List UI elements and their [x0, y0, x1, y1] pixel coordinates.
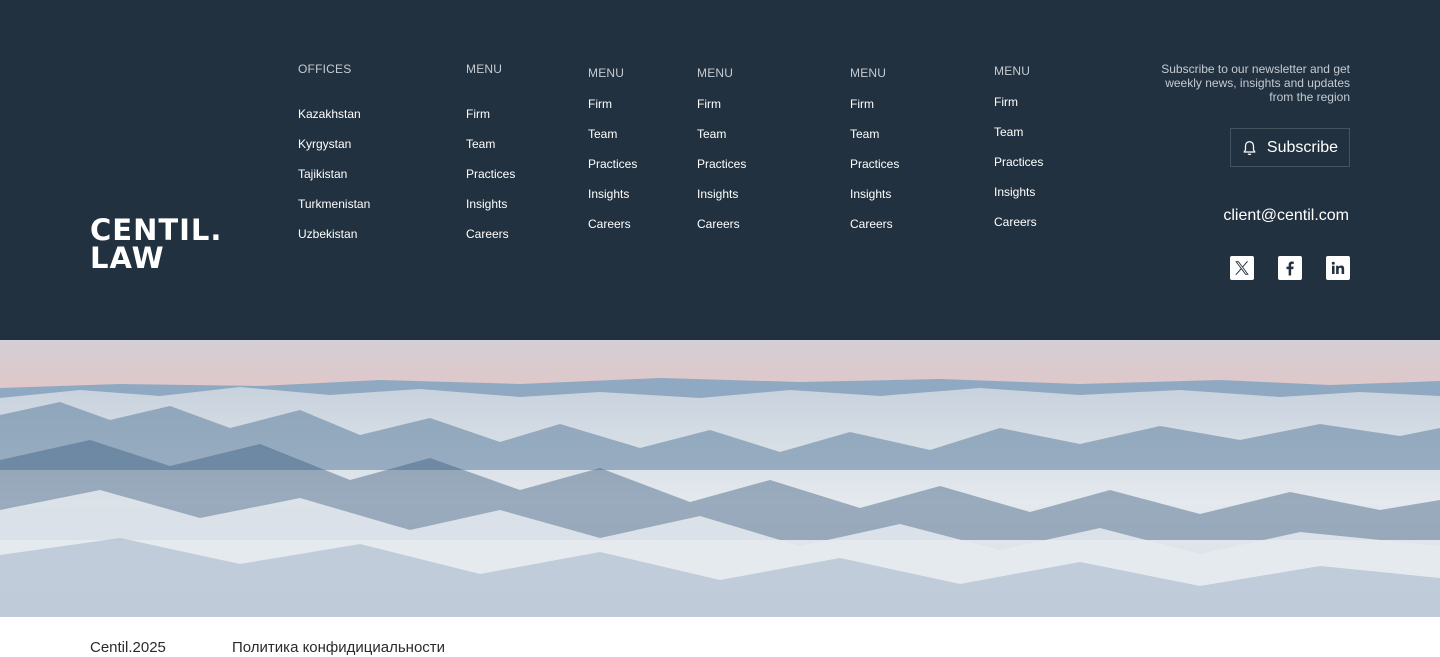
menu-link-practices[interactable]: Practices — [466, 167, 515, 181]
privacy-policy-link[interactable]: Политика конфидициальности — [232, 639, 445, 656]
menu-link-team[interactable]: Team — [588, 127, 617, 141]
menu-link-careers[interactable]: Careers — [994, 215, 1037, 229]
menu-link-firm[interactable]: Firm — [850, 97, 874, 111]
office-link-tajikistan[interactable]: Tajikistan — [298, 167, 347, 181]
newsletter-line-3: from the region — [1269, 90, 1350, 104]
copyright-text: Centil.2025 — [90, 639, 166, 656]
menu-link-firm[interactable]: Firm — [994, 95, 1018, 109]
menu-link-practices[interactable]: Practices — [697, 157, 746, 171]
x-twitter-link[interactable] — [1230, 256, 1254, 280]
menu-link-team[interactable]: Team — [466, 137, 495, 151]
menu-link-firm[interactable]: Firm — [697, 97, 721, 111]
menu-link-team[interactable]: Team — [994, 125, 1023, 139]
office-link-turkmenistan[interactable]: Turkmenistan — [298, 197, 370, 211]
newsletter-text: Subscribe to our newsletter and get week… — [1130, 62, 1350, 104]
menu-link-insights[interactable]: Insights — [697, 187, 738, 201]
logo-line-2: LAW — [90, 241, 165, 275]
logo-line-1: CENTIL. — [90, 213, 223, 247]
menu-link-practices[interactable]: Practices — [588, 157, 637, 171]
newsletter-line-2: weekly news, insights and updates — [1165, 76, 1350, 90]
linkedin-link[interactable] — [1326, 256, 1350, 280]
centil-law-logo[interactable]: CENTIL. LAW — [90, 213, 223, 276]
linkedin-icon — [1331, 261, 1345, 274]
menu-link-firm[interactable]: Firm — [588, 97, 612, 111]
menu-link-firm[interactable]: Firm — [466, 107, 490, 121]
office-link-kyrgystan[interactable]: Kyrgystan — [298, 137, 351, 151]
menu-link-careers[interactable]: Careers — [850, 217, 893, 231]
menu-heading: MENU — [697, 66, 734, 80]
offices-heading: OFFICES — [298, 62, 352, 76]
office-link-uzbekistan[interactable]: Uzbekistan — [298, 227, 357, 241]
menu-link-insights[interactable]: Insights — [994, 185, 1035, 199]
facebook-icon — [1286, 261, 1294, 276]
menu-link-insights[interactable]: Insights — [588, 187, 629, 201]
bottom-bar — [0, 617, 1440, 657]
menu-link-careers[interactable]: Careers — [466, 227, 509, 241]
menu-link-practices[interactable]: Practices — [850, 157, 899, 171]
contact-email-link[interactable]: client@centil.com — [1223, 207, 1349, 225]
mountain-landscape — [0, 340, 1440, 617]
site-footer: CENTIL. LAW OFFICES Kazakhstan Kyrgystan… — [0, 0, 1440, 340]
menu-link-team[interactable]: Team — [697, 127, 726, 141]
menu-heading: MENU — [994, 64, 1031, 78]
subscribe-label: Subscribe — [1266, 138, 1339, 156]
office-link-kazakhstan[interactable]: Kazakhstan — [298, 107, 361, 121]
menu-link-careers[interactable]: Careers — [697, 217, 740, 231]
x-icon — [1235, 261, 1249, 275]
menu-link-careers[interactable]: Careers — [588, 217, 631, 231]
menu-heading: MENU — [850, 66, 887, 80]
newsletter-line-1: Subscribe to our newsletter and get — [1161, 62, 1350, 76]
menu-link-insights[interactable]: Insights — [850, 187, 891, 201]
menu-heading: MENU — [466, 62, 503, 76]
subscribe-button[interactable]: Subscribe — [1230, 128, 1350, 167]
mountain-hero-image — [0, 340, 1440, 617]
facebook-link[interactable] — [1278, 256, 1302, 280]
menu-link-team[interactable]: Team — [850, 127, 879, 141]
menu-link-insights[interactable]: Insights — [466, 197, 507, 211]
menu-link-practices[interactable]: Practices — [994, 155, 1043, 169]
menu-heading: MENU — [588, 66, 625, 80]
bell-icon — [1243, 140, 1256, 155]
